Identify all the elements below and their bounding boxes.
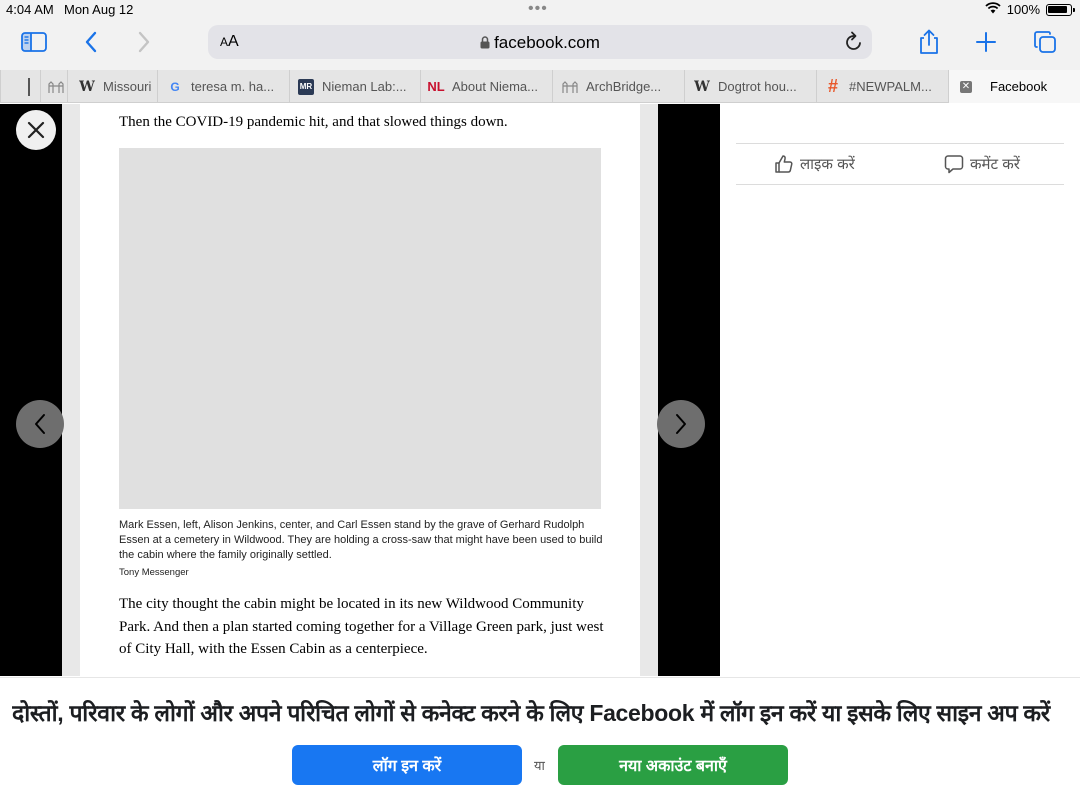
tab-pinned[interactable] [0,70,40,103]
multitasking-dots-icon[interactable]: ••• [528,0,548,18]
bridge-favicon-icon [48,79,64,95]
tab-label: Facebook [990,79,1048,94]
post-side-panel: लाइक करें कमेंट करें [720,104,1080,676]
article-paragraph: The city thought the cabin might be loca… [119,596,604,657]
viewer-backdrop-left [0,104,62,676]
hashtag-favicon-icon: # [827,76,838,96]
tab-label: Missouri [103,79,152,94]
thumbs-up-icon [775,155,793,173]
nl-favicon-icon: NL [427,79,445,94]
viewer-margin-right [640,104,658,676]
article-text-line: Then the COVID-19 pandemic hit, and that… [119,114,508,130]
tab-archbridge[interactable]: ArchBridge... [552,70,684,103]
battery-percent: 100% [1006,2,1040,17]
login-prompt-text: दोस्तों, परिवार के लोगों और अपने परिचित … [12,700,1050,726]
create-account-button[interactable]: नया अकाउंट बनाएँ [558,745,788,785]
mr-favicon-icon: MR [298,78,314,95]
login-banner: दोस्तों, परिवार के लोगों और अपने परिचित … [0,677,1080,810]
chevron-left-icon [35,414,45,434]
chevron-right-icon [676,414,686,434]
status-right: 100% [985,2,1075,17]
tab-label: ArchBridge... [586,79,662,94]
tab-nieman-lab[interactable]: MR Nieman Lab:... [289,70,420,103]
close-icon [27,121,45,139]
comment-label: कमेंट करें [970,156,1020,173]
back-icon[interactable] [73,26,109,58]
sidebar-icon[interactable] [16,26,52,58]
tab-newpalm[interactable]: # #NEWPALM... [816,70,948,103]
post-actions: लाइक करें कमेंट करें [736,143,1064,185]
close-viewer-button[interactable] [16,110,56,150]
photo-caption: Mark Essen, left, Alison Jenkins, center… [119,519,603,561]
wifi-icon [985,2,1001,17]
tab-label: Nieman Lab:... [322,79,407,94]
tab-facebook[interactable]: ✕ Facebook [948,70,1080,103]
article-photo-placeholder [119,148,601,509]
like-button[interactable]: लाइक करें [774,154,855,174]
bridge-favicon-icon [562,79,578,95]
reload-icon[interactable] [844,31,864,58]
viewer-backdrop-right [658,104,720,676]
browser-toolbar: AA facebook.com [0,20,1080,70]
tab-label: #NEWPALM... [849,79,932,94]
like-label: लाइक करें [800,156,855,173]
tab-bar: W Missouri G teresa m. ha... MR Nieman L… [0,70,1080,103]
status-bar: 4:04 AM Mon Aug 12 ••• 100% [0,0,1080,20]
address-bar[interactable]: AA facebook.com [208,25,872,59]
comment-button[interactable]: कमेंट करें [944,154,1020,174]
url-display[interactable]: facebook.com [208,33,872,54]
or-separator: या [534,758,545,773]
login-button[interactable]: लॉग इन करें [292,745,522,785]
tab-label: Dogtrot hou... [718,79,797,94]
lock-icon [480,34,490,54]
tab-label: About Niema... [452,79,538,94]
tab-teresa[interactable]: G teresa m. ha... [157,70,289,103]
previous-photo-button[interactable] [16,400,64,448]
tab-divider [28,77,30,96]
tab-label: teresa m. ha... [191,79,275,94]
viewer-margin-left [62,104,80,676]
new-tab-icon[interactable] [968,26,1004,58]
forward-icon[interactable] [126,26,162,58]
tabs-overview-icon[interactable] [1027,26,1063,58]
battery-icon [1046,3,1075,16]
tab-bridge-1[interactable] [40,70,67,103]
close-tab-icon[interactable]: ✕ [960,80,972,93]
status-date: Mon Aug 12 [64,2,134,17]
tab-dogtrot[interactable]: W Dogtrot hou... [684,70,816,103]
tab-about-nieman[interactable]: NL About Niema... [420,70,552,103]
status-time: 4:04 AM [6,2,54,17]
next-photo-button[interactable] [657,400,705,448]
google-favicon-icon: G [170,79,180,94]
wikipedia-favicon-icon: W [694,78,710,95]
url-text: facebook.com [494,33,600,52]
photo-credit: Tony Messenger [119,567,189,578]
tab-missouri[interactable]: W Missouri [67,70,157,103]
wikipedia-favicon-icon: W [79,78,95,95]
article-image[interactable]: Then the COVID-19 pandemic hit, and that… [80,104,640,676]
share-icon[interactable] [911,26,947,58]
comment-icon [944,155,964,174]
